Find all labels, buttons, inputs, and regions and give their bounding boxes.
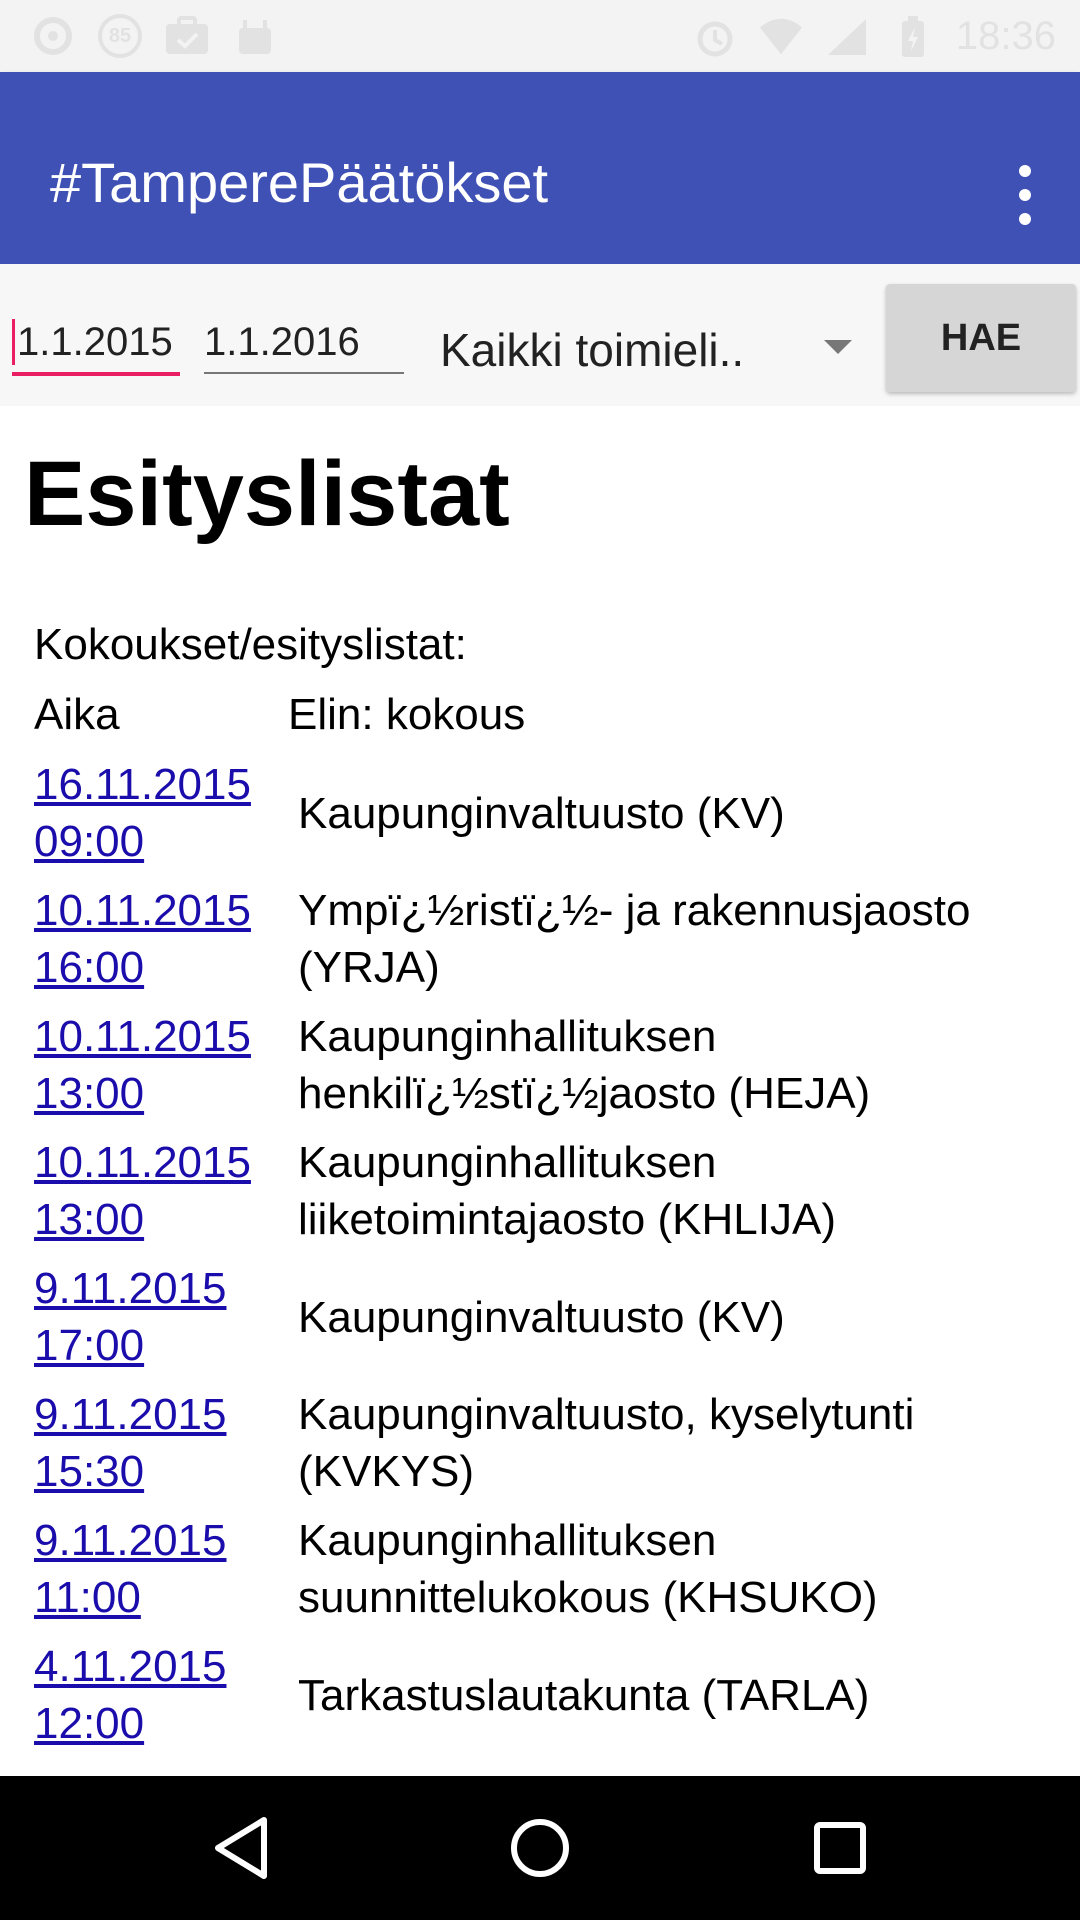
table-row: 10.11.2015 13:00 Kaupunginhallituksen lii…: [34, 1128, 1074, 1254]
page-title: Esityslistat: [24, 443, 510, 545]
meeting-link[interactable]: 4.11.2015 12:00: [34, 1638, 288, 1752]
text-cursor: [12, 319, 15, 365]
home-icon[interactable]: [504, 1812, 576, 1884]
column-header-time: Aika: [34, 690, 120, 739]
signal-icon: [824, 15, 870, 59]
organ-name: Ympï¿½ristï¿½- ja rakennusjaosto (YRJA): [298, 886, 971, 992]
wifi-icon: [758, 15, 804, 59]
meeting-link[interactable]: 10.11.2015 13:00: [34, 1134, 288, 1248]
battery-charging-icon: [890, 15, 936, 59]
meeting-link[interactable]: 9.11.2015 11:00: [34, 1512, 288, 1626]
table-row: 9.11.2015 11:00 Kaupunginhallituksen suun…: [34, 1506, 1074, 1632]
navigation-bar: [0, 1776, 1080, 1920]
search-button[interactable]: HAE: [886, 284, 1076, 392]
column-header-organ: Elin: kokous: [288, 690, 526, 739]
dropdown-arrow-icon: [824, 340, 852, 354]
organ-name: Kaupunginhallituksen henkilï¿½stï¿½jaost…: [298, 1012, 871, 1118]
organ-name: Kaupunginhallituksen suunnittelukokous (…: [298, 1516, 878, 1622]
app-title: #TamperePäätökset: [50, 151, 549, 214]
meeting-link[interactable]: 16.11.2015 09:00: [34, 756, 288, 870]
sync-icon: [30, 14, 76, 58]
list-caption: Kokoukset/esityslistat:: [34, 620, 467, 669]
recents-icon[interactable]: [804, 1812, 876, 1884]
table-row: 16.11.2015 09:00 Kaupunginvaltuusto (KV): [34, 750, 1074, 876]
organ-name: Kaupunginvaltuusto (KV): [298, 1292, 785, 1342]
back-icon[interactable]: [206, 1812, 278, 1884]
organ-name: Kaupunginvaltuusto, kyselytunti (KVKYS): [298, 1390, 915, 1496]
table-row: 10.11.2015 16:00 Ympï¿½ristï¿½- ja rakenn…: [34, 876, 1074, 1002]
organ-dropdown[interactable]: Kaikki toimieli..: [440, 310, 860, 390]
organ-name: Kaupunginvaltuusto (KV): [298, 788, 785, 838]
agenda-webview[interactable]: Esityslistat Kokoukset/esityslistat: Aik…: [0, 406, 1080, 1776]
start-date-value: 1.1.2015: [17, 319, 173, 364]
end-date-value: 1.1.2016: [204, 319, 360, 364]
meeting-list: 16.11.2015 09:00 Kaupunginvaltuusto (KV) …: [34, 750, 1074, 1758]
badge-icon: 85: [98, 14, 142, 58]
table-row: 9.11.2015 15:30 Kaupunginvaltuusto, kysel…: [34, 1380, 1074, 1506]
table-row: 10.11.2015 13:00 Kaupunginhallituksen hen…: [34, 1002, 1074, 1128]
clock: 18:36: [955, 14, 1056, 58]
end-date-field[interactable]: 1.1.2016: [204, 312, 404, 374]
organ-dropdown-value: Kaikki toimieli..: [440, 324, 745, 376]
start-date-field[interactable]: 1.1.2015: [12, 312, 180, 376]
more-vert-icon[interactable]: [1000, 150, 1050, 240]
organ-name: Tarkastuslautakunta (TARLA): [298, 1670, 870, 1720]
alarm-icon: [692, 15, 738, 59]
android-icon: [232, 14, 278, 58]
briefcase-check-icon: [164, 14, 210, 58]
status-bar: 85 18:36: [0, 0, 1080, 72]
meeting-link[interactable]: 9.11.2015 15:30: [34, 1386, 288, 1500]
organ-name: Kaupunginhallituksen liiketoimintajaosto…: [298, 1138, 836, 1244]
meeting-link[interactable]: 10.11.2015 13:00: [34, 1008, 288, 1122]
meeting-link[interactable]: 9.11.2015 17:00: [34, 1260, 288, 1374]
app-bar: #TamperePäätökset: [0, 72, 1080, 264]
table-row: 9.11.2015 17:00 Kaupunginvaltuusto (KV): [34, 1254, 1074, 1380]
meeting-link[interactable]: 10.11.2015 16:00: [34, 882, 288, 996]
table-row: 4.11.2015 12:00 Tarkastuslautakunta (TARL…: [34, 1632, 1074, 1758]
